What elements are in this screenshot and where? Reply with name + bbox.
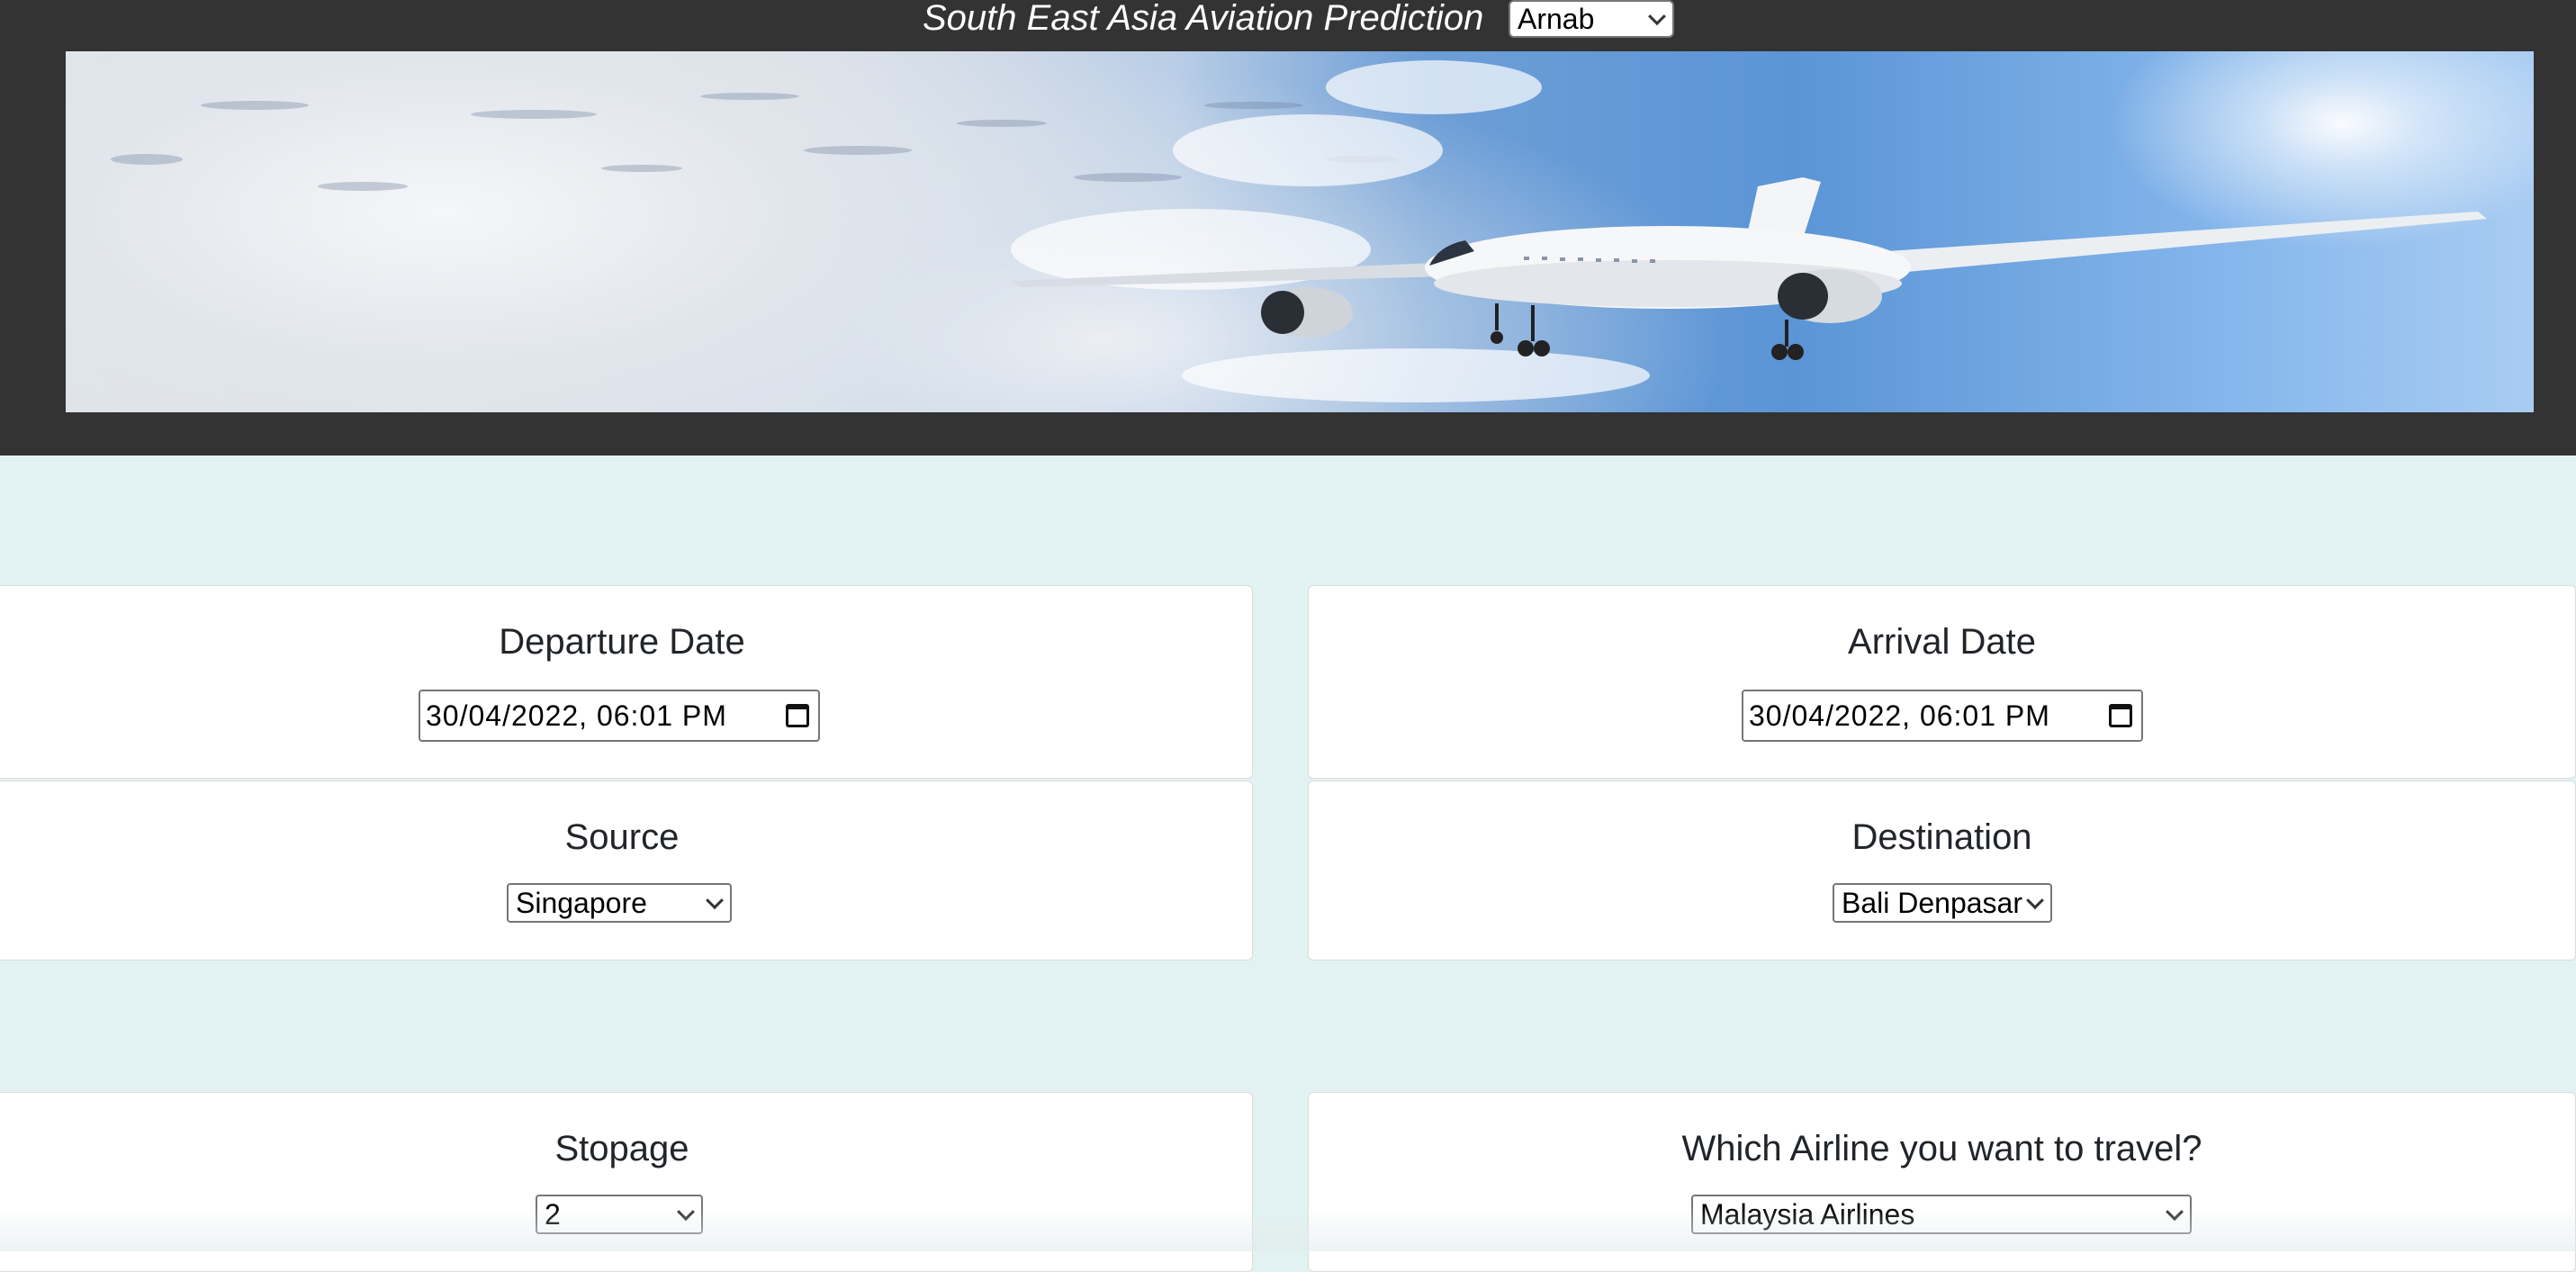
airline-label: Which Airline you want to travel? [1681,1129,2202,1168]
site-header: South East Asia Aviation Prediction Arna… [0,0,2576,456]
departure-date-value: 30/04/2022, 06:01 PM [426,699,727,732]
chevron-down-icon [706,891,724,910]
airline-select-value: Malaysia Airlines [1700,1198,1915,1231]
user-select[interactable]: Arnab [1509,0,1674,38]
departure-date-input[interactable]: 30/04/2022, 06:01 PM [419,690,820,742]
arrival-date-value: 30/04/2022, 06:01 PM [1749,699,2050,732]
airline-card: Which Airline you want to travel? Malays… [1308,1092,2576,1272]
chevron-down-icon [1648,7,1666,26]
calendar-icon[interactable] [786,704,809,727]
departure-date-card: Departure Date 30/04/2022, 06:01 PM [0,585,1253,779]
destination-card: Destination Bali Denpasar [1308,780,2576,961]
airplane-illustration [111,60,2487,402]
stopage-card: Stopage 2 [0,1092,1253,1272]
stopage-select[interactable]: 2 [536,1195,703,1234]
destination-select-value: Bali Denpasar [1842,887,2022,919]
arrival-date-input[interactable]: 30/04/2022, 06:01 PM [1742,690,2143,742]
stopage-label: Stopage [554,1129,689,1168]
destination-select[interactable]: Bali Denpasar [1833,883,2052,923]
stopage-select-value: 2 [545,1198,561,1231]
chevron-down-icon [677,1203,695,1222]
arrival-date-label: Arrival Date [1848,622,2036,662]
source-select-value: Singapore [516,887,647,919]
departure-date-label: Departure Date [499,622,745,662]
destination-label: Destination [1851,817,2032,857]
calendar-icon[interactable] [2109,704,2132,727]
source-label: Source [564,817,680,857]
airplane-banner-image [66,51,2534,412]
title-bar: South East Asia Aviation Prediction Arna… [0,0,2576,41]
site-title: South East Asia Aviation Prediction [923,0,1484,38]
user-select-value: Arnab [1518,3,1595,35]
source-card: Source Singapore [0,780,1253,961]
airline-select[interactable]: Malaysia Airlines [1691,1195,2192,1234]
source-select[interactable]: Singapore [507,883,732,923]
chevron-down-icon [2166,1203,2184,1222]
chevron-down-icon [2026,891,2044,910]
arrival-date-card: Arrival Date 30/04/2022, 06:01 PM [1308,585,2576,779]
